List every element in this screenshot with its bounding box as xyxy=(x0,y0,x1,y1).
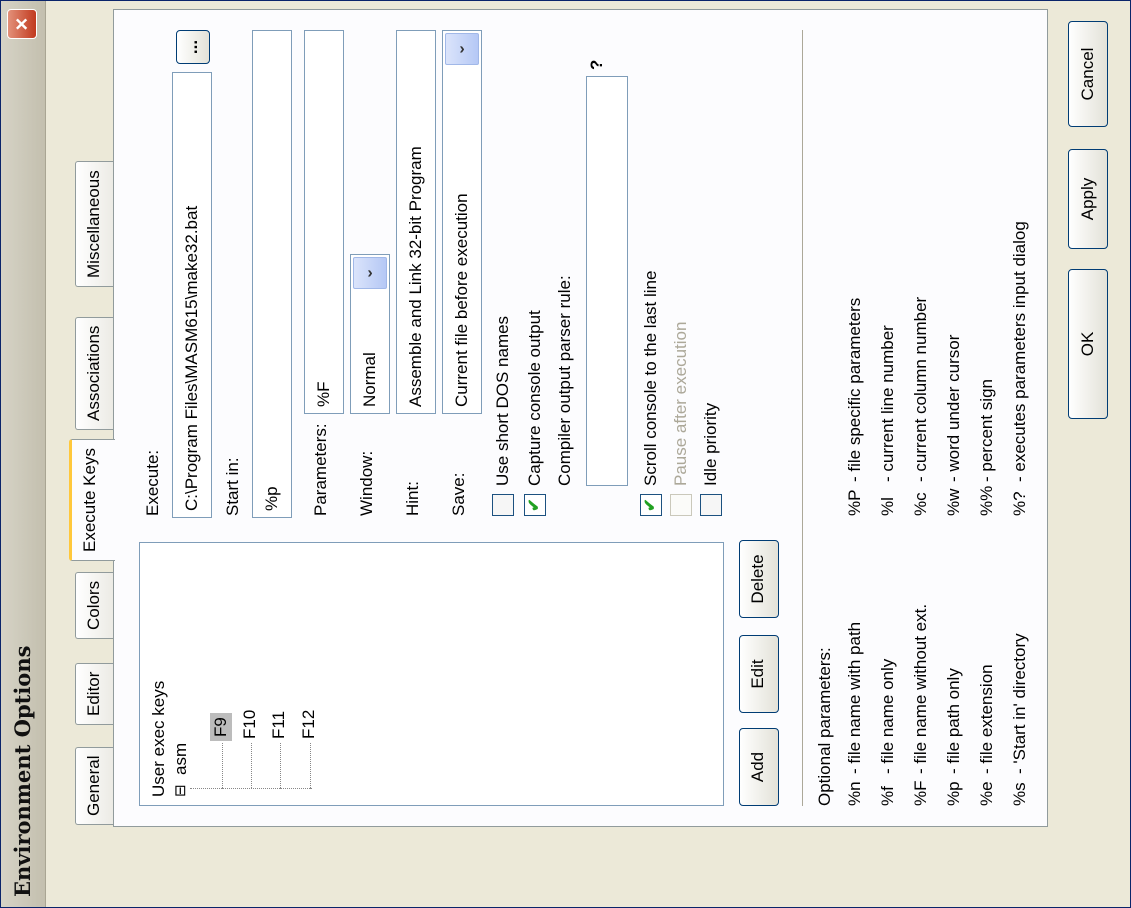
param-desc: - file name with path xyxy=(845,621,864,774)
separator xyxy=(802,30,803,806)
param-code: %f xyxy=(878,786,897,806)
parameters-label: Parameters: xyxy=(311,423,330,516)
param-desc: - executes parameters input dialog xyxy=(1010,221,1029,482)
edit-button[interactable]: Edit xyxy=(739,635,779,713)
parser-rule-input[interactable] xyxy=(586,76,628,486)
chevron-down-icon[interactable]: › xyxy=(445,33,479,65)
tab-general[interactable]: General xyxy=(75,746,113,825)
save-select[interactable]: Current file before execution › xyxy=(442,30,482,414)
tab-editor[interactable]: Editor xyxy=(75,662,113,725)
tab-execute-keys[interactable]: Execute Keys xyxy=(69,439,115,561)
tree-connector xyxy=(251,743,252,789)
tab-colors[interactable]: Colors xyxy=(75,571,113,639)
param-code: %w xyxy=(944,488,963,516)
pause-after-execution-label: Pause after execution xyxy=(671,321,690,486)
tree-item-f11[interactable]: F11 xyxy=(268,711,290,739)
tree-node-asm[interactable]: asm xyxy=(170,743,192,775)
parameters-input[interactable]: %F xyxy=(304,30,344,414)
idle-priority-checkbox[interactable] xyxy=(700,494,722,516)
param-code: %s xyxy=(1010,782,1029,806)
chevron-down-icon[interactable]: › xyxy=(353,257,387,289)
scroll-console-checkbox[interactable]: ✔ xyxy=(640,494,662,516)
param-code: %n xyxy=(845,781,864,806)
exec-keys-tree[interactable]: User exec keys ⊟ asm F9 F10 F11 F12 xyxy=(139,542,724,806)
start-in-label: Start in: xyxy=(223,457,242,516)
capture-output-label: Capture console output xyxy=(525,310,544,486)
param-desc: - file extension xyxy=(977,664,996,774)
tree-connector xyxy=(280,743,281,789)
param-code: %p xyxy=(944,781,963,806)
title-bar: Environment Options × xyxy=(1,1,46,907)
param-code: %F xyxy=(911,780,930,807)
start-in-input[interactable]: %p xyxy=(252,30,292,518)
param-desc: - current line number xyxy=(878,325,897,482)
scroll-console-label: Scroll console to the last line xyxy=(641,270,660,486)
capture-output-checkbox[interactable]: ✔ xyxy=(524,494,546,516)
tree-item-f12[interactable]: F12 xyxy=(298,710,320,739)
hint-label: Hint: xyxy=(403,481,422,516)
tree-item-f10[interactable]: F10 xyxy=(239,710,261,739)
environment-options-dialog: Environment Options × General Editor Col… xyxy=(0,0,1131,908)
cancel-button[interactable]: Cancel xyxy=(1068,21,1108,127)
param-desc: - 'Start in' directory xyxy=(1010,633,1029,774)
param-desc: - file name only xyxy=(878,658,897,774)
delete-button[interactable]: Delete xyxy=(739,540,779,618)
tree-connector xyxy=(310,743,311,789)
param-code: %P xyxy=(845,489,864,516)
hint-input[interactable]: Assemble and Link 32-bit Program xyxy=(396,30,436,414)
parser-rule-help-icon[interactable]: ? xyxy=(586,60,608,70)
pause-after-execution-checkbox[interactable] xyxy=(670,494,692,516)
param-desc: - file name without ext. xyxy=(911,603,930,774)
browse-button[interactable]: ... xyxy=(176,30,210,64)
param-desc: - file path only xyxy=(944,668,963,774)
short-dos-names-label: Use short DOS names xyxy=(493,315,512,486)
param-code: %l xyxy=(878,497,897,516)
tree-item-f9[interactable]: F9 xyxy=(210,713,232,741)
ok-button[interactable]: OK xyxy=(1068,269,1108,419)
window-select[interactable]: Normal › xyxy=(350,254,390,414)
optional-params-header: Optional parameters: xyxy=(815,647,834,806)
short-dos-names-checkbox[interactable] xyxy=(492,494,514,516)
param-desc: - file specific parameters xyxy=(845,297,864,482)
close-button[interactable]: × xyxy=(7,9,37,39)
tab-miscellaneous[interactable]: Miscellaneous xyxy=(75,161,113,287)
parser-rule-label: Compiler output parser rule: xyxy=(555,275,574,486)
checkmark-icon: ✔ xyxy=(642,498,659,512)
param-desc: - word under cursor xyxy=(944,334,963,482)
tab-associations[interactable]: Associations xyxy=(75,316,113,430)
tree-root-label[interactable]: User exec keys xyxy=(148,681,170,797)
apply-button[interactable]: Apply xyxy=(1068,149,1108,249)
execute-label: Execute: xyxy=(143,449,162,516)
window-title: Environment Options xyxy=(10,645,35,897)
param-code: %c xyxy=(911,492,930,516)
param-desc: - percent sign xyxy=(977,379,996,482)
param-code: %% xyxy=(977,485,996,516)
param-code: %? xyxy=(1010,491,1029,516)
add-button[interactable]: Add xyxy=(739,728,779,806)
idle-priority-label: Idle priority xyxy=(701,402,720,486)
tree-connector xyxy=(222,743,223,789)
execute-keys-panel: User exec keys ⊟ asm F9 F10 F11 F12 Add … xyxy=(113,9,1048,827)
checkmark-icon: ✔ xyxy=(526,498,543,512)
window-label: Window: xyxy=(357,450,376,516)
param-code: %e xyxy=(977,781,996,806)
close-icon: × xyxy=(9,17,34,31)
save-label: Save: xyxy=(449,472,468,516)
execute-input[interactable]: C:\Program Files\MASM615\make32.bat xyxy=(172,72,212,518)
param-desc: - current column number xyxy=(911,296,930,482)
tree-collapse-icon[interactable]: ⊟ xyxy=(170,784,192,797)
